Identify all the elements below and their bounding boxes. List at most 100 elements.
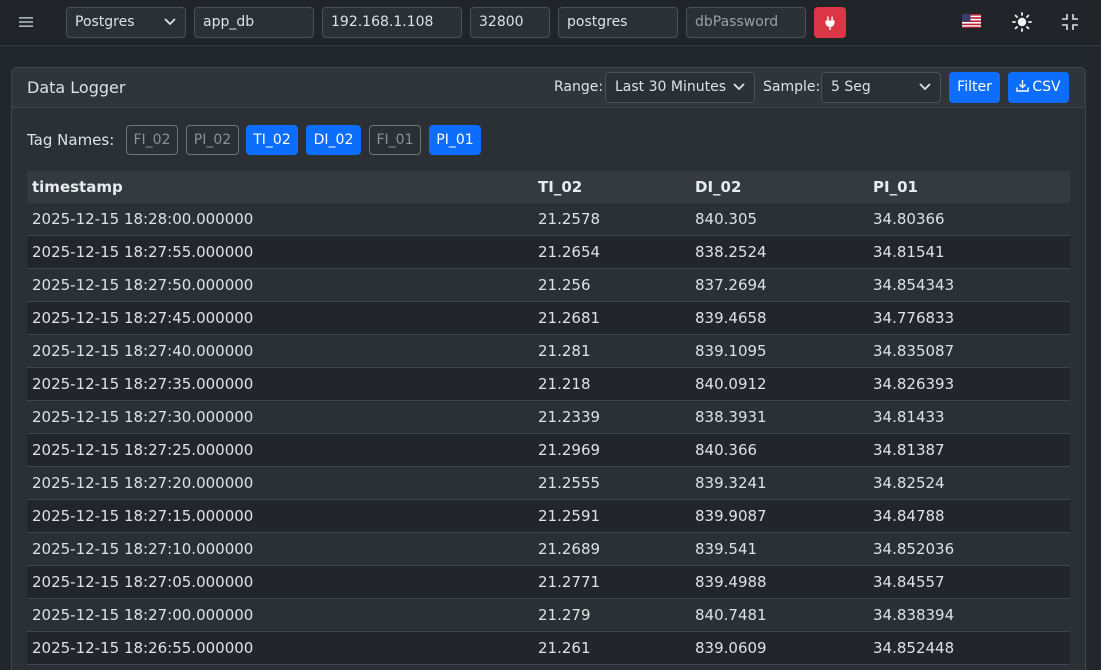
host-value: 192.168.1.108 xyxy=(331,14,434,30)
column-header-pi-01[interactable]: PI_01 xyxy=(873,171,918,203)
table-cell-timestamp: 2025-12-15 18:27:10.000000 xyxy=(32,540,254,558)
table-header-row: timestamp TI_02 DI_02 PI_01 xyxy=(27,171,1070,203)
table-cell-timestamp: 2025-12-15 18:27:40.000000 xyxy=(32,342,254,360)
table-cell-pi-01: 34.776833 xyxy=(873,309,955,327)
tag-toggle-pi-02[interactable]: PI_02 xyxy=(186,125,239,155)
column-header-di-02[interactable]: DI_02 xyxy=(695,171,741,203)
table-cell-pi-01: 34.835087 xyxy=(873,342,955,360)
table-row: 2025-12-15 18:28:00.000000 21.2578 840.305… xyxy=(27,203,1070,236)
table-cell-ti-02: 21.218 xyxy=(538,375,591,393)
card-header: Data Logger Range: Last 30 Minutes Sampl… xyxy=(12,68,1085,108)
table-cell-ti-02: 21.261 xyxy=(538,639,591,657)
table-cell-di-02: 839.3241 xyxy=(695,474,767,492)
db-type-value: Postgres xyxy=(75,14,135,30)
table-cell-timestamp: 2025-12-15 18:27:55.000000 xyxy=(32,243,254,261)
tag-toggle-di-02[interactable]: DI_02 xyxy=(306,125,361,155)
db-type-select[interactable]: Postgres xyxy=(66,7,186,38)
table-cell-timestamp: 2025-12-15 18:27:20.000000 xyxy=(32,474,254,492)
sample-value: 5 Seg xyxy=(831,79,871,95)
table-row: 2025-12-15 18:27:50.000000 21.256 837.2694… xyxy=(27,269,1070,302)
table-cell-pi-01: 34.81387 xyxy=(873,441,945,459)
password-input[interactable]: dbPassword xyxy=(686,7,806,38)
table-cell-ti-02: 21.2654 xyxy=(538,243,601,261)
table-cell-timestamp: 2025-12-15 18:27:45.000000 xyxy=(32,309,254,327)
table-cell-di-02: 839.1095 xyxy=(695,342,767,360)
tag-toggle-fi-02[interactable]: FI_02 xyxy=(126,125,178,155)
chevron-down-icon xyxy=(164,18,176,26)
table-cell-timestamp: 2025-12-15 18:27:30.000000 xyxy=(32,408,254,426)
user-input[interactable]: postgres xyxy=(558,7,678,38)
column-header-timestamp[interactable]: timestamp xyxy=(32,171,123,203)
table-cell-di-02: 839.9087 xyxy=(695,507,767,525)
table-cell-ti-02: 21.2681 xyxy=(538,309,601,327)
chevron-down-icon xyxy=(919,83,931,91)
table-cell-di-02: 840.305 xyxy=(695,210,758,228)
shrink-icon[interactable] xyxy=(1060,11,1080,33)
table-cell-ti-02: 21.2591 xyxy=(538,507,601,525)
filter-button[interactable]: Filter xyxy=(949,72,1000,103)
table-cell-pi-01: 34.80366 xyxy=(873,210,945,228)
hamburger-icon[interactable] xyxy=(11,11,41,33)
table-cell-timestamp: 2025-12-15 18:28:00.000000 xyxy=(32,210,254,228)
range-select[interactable]: Last 30 Minutes xyxy=(605,72,755,103)
us-flag-icon[interactable] xyxy=(962,14,981,29)
table-cell-ti-02: 21.2555 xyxy=(538,474,601,492)
table-cell-pi-01: 34.852448 xyxy=(873,639,955,657)
table-row: 2025-12-15 18:27:10.000000 21.2689 839.541… xyxy=(27,533,1070,566)
download-icon xyxy=(1016,80,1030,92)
range-value: Last 30 Minutes xyxy=(615,79,726,95)
csv-label: CSV xyxy=(1032,79,1061,95)
table-cell-timestamp: 2025-12-15 18:27:35.000000 xyxy=(32,375,254,393)
table-row: 2025-12-15 18:26:55.000000 21.261 839.0609… xyxy=(27,632,1070,665)
table-cell-timestamp: 2025-12-15 18:27:50.000000 xyxy=(32,276,254,294)
table-row: 2025-12-15 18:27:15.000000 21.2591 839.908… xyxy=(27,500,1070,533)
tag-toggle-ti-02[interactable]: TI_02 xyxy=(246,125,298,155)
table-cell-ti-02: 21.256 xyxy=(538,276,591,294)
table-cell-di-02: 839.0609 xyxy=(695,639,767,657)
connect-button[interactable] xyxy=(814,7,846,38)
table-cell-timestamp: 2025-12-15 18:27:00.000000 xyxy=(32,606,254,624)
table-cell-timestamp: 2025-12-15 18:27:25.000000 xyxy=(32,441,254,459)
table-cell-pi-01: 34.84788 xyxy=(873,507,945,525)
data-table: timestamp TI_02 DI_02 PI_01 2025-12-15 1… xyxy=(27,171,1070,665)
table-cell-pi-01: 34.84557 xyxy=(873,573,945,591)
table-cell-timestamp: 2025-12-15 18:27:05.000000 xyxy=(32,573,254,591)
table-cell-ti-02: 21.279 xyxy=(538,606,591,624)
port-input[interactable]: 32800 xyxy=(470,7,550,38)
table-row: 2025-12-15 18:27:55.000000 21.2654 838.252… xyxy=(27,236,1070,269)
sun-icon[interactable] xyxy=(1011,11,1033,33)
table-cell-di-02: 840.0912 xyxy=(695,375,767,393)
table-cell-pi-01: 34.852036 xyxy=(873,540,955,558)
column-header-ti-02[interactable]: TI_02 xyxy=(538,171,582,203)
table-cell-ti-02: 21.281 xyxy=(538,342,591,360)
table-row: 2025-12-15 18:27:25.000000 21.2969 840.366… xyxy=(27,434,1070,467)
password-placeholder: dbPassword xyxy=(695,14,779,30)
table-cell-di-02: 840.366 xyxy=(695,441,758,459)
table-cell-pi-01: 34.826393 xyxy=(873,375,955,393)
table-cell-di-02: 839.4658 xyxy=(695,309,767,327)
table-cell-pi-01: 34.81433 xyxy=(873,408,945,426)
range-label: Range: xyxy=(554,79,604,95)
table-row: 2025-12-15 18:27:05.000000 21.2771 839.498… xyxy=(27,566,1070,599)
tag-names-label: Tag Names: xyxy=(27,131,115,149)
table-body: 2025-12-15 18:28:00.000000 21.2578 840.305… xyxy=(27,203,1070,665)
database-value: app_db xyxy=(203,14,255,30)
csv-button[interactable]: CSV xyxy=(1008,72,1069,103)
table-row: 2025-12-15 18:27:40.000000 21.281 839.1095… xyxy=(27,335,1070,368)
table-cell-di-02: 838.3931 xyxy=(695,408,767,426)
table-cell-ti-02: 21.2969 xyxy=(538,441,601,459)
table-cell-di-02: 840.7481 xyxy=(695,606,767,624)
tag-toggle-pi-01[interactable]: PI_01 xyxy=(429,125,481,155)
table-row: 2025-12-15 18:27:45.000000 21.2681 839.465… xyxy=(27,302,1070,335)
sample-select[interactable]: 5 Seg xyxy=(821,72,941,103)
table-row: 2025-12-15 18:27:00.000000 21.279 840.7481… xyxy=(27,599,1070,632)
chevron-down-icon xyxy=(733,83,745,91)
tag-toggle-fi-01[interactable]: FI_01 xyxy=(369,125,421,155)
port-value: 32800 xyxy=(479,14,524,30)
table-cell-di-02: 839.541 xyxy=(695,540,758,558)
database-input[interactable]: app_db xyxy=(194,7,314,38)
host-input[interactable]: 192.168.1.108 xyxy=(322,7,462,38)
user-value: postgres xyxy=(567,14,628,30)
table-cell-di-02: 837.2694 xyxy=(695,276,767,294)
table-row: 2025-12-15 18:27:20.000000 21.2555 839.324… xyxy=(27,467,1070,500)
